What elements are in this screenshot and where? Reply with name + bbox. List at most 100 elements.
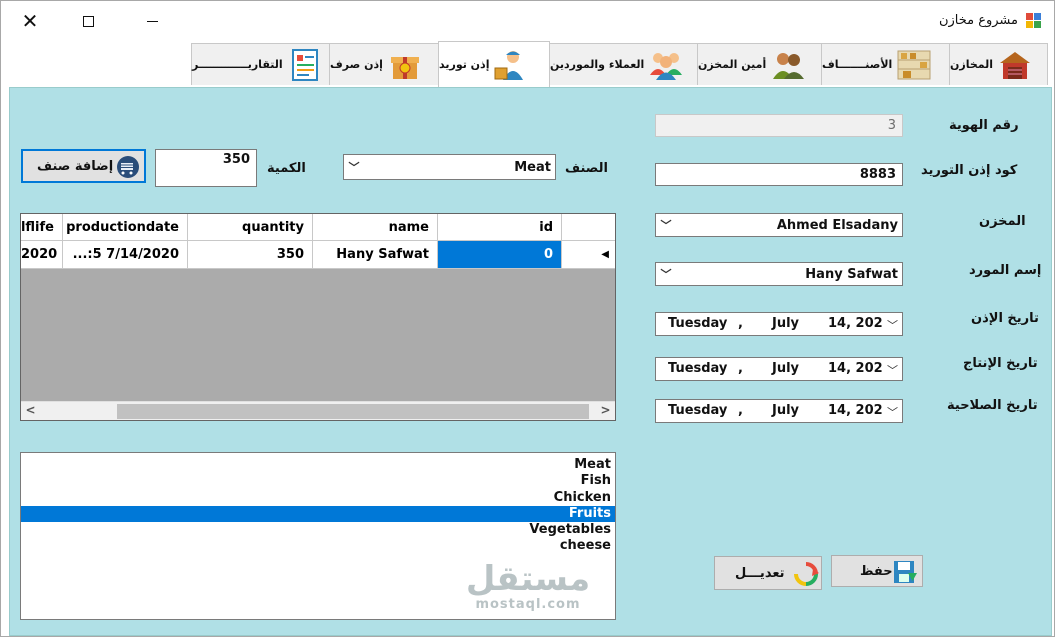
quantity-field[interactable]: 350 [155, 149, 257, 187]
add-item-label: إضافة صنف [37, 158, 114, 174]
refresh-icon [793, 561, 819, 591]
tab-label: إذن توريد [439, 58, 490, 71]
date-sep: , [738, 361, 743, 376]
chevron-down-icon: ﹀ [887, 364, 898, 377]
expiry-date-picker[interactable]: Tuesday , July 14, 202 ﹀ [655, 399, 903, 423]
chevron-down-icon: ﹀ [348, 161, 360, 174]
row-header[interactable]: ◀ [562, 241, 615, 269]
people-group-icon [648, 48, 684, 82]
chevron-down-icon: ﹀ [660, 268, 672, 281]
list-item[interactable]: Fish [21, 473, 615, 489]
save-label: حفظ [860, 563, 893, 579]
tab-label: أمين المخزن [698, 58, 767, 71]
items-grid[interactable]: id name quantity productiondate lflife ◀… [20, 213, 616, 421]
gift-box-icon [387, 48, 423, 82]
app-icon [1026, 13, 1042, 29]
list-item[interactable]: Meat [21, 457, 615, 473]
minimize-icon [146, 20, 158, 22]
scrollbar-thumb[interactable] [117, 404, 589, 419]
grid-cell-name[interactable]: Hany Safwat [313, 241, 438, 269]
warehouse-value: Ahmed Elsadany [776, 217, 898, 233]
tab-supply-permit[interactable]: إذن توريد [438, 41, 550, 87]
production-date-picker[interactable]: Tuesday , July 14, 202 ﹀ [655, 357, 903, 381]
add-item-button[interactable]: إضافة صنف [21, 149, 146, 183]
save-button[interactable]: حفظ [831, 555, 923, 587]
id-label: رقم الهوية [949, 118, 1019, 133]
app-window: ✕ مشروع مخازن المخازن الأصنـــــــاف أمي… [0, 0, 1055, 637]
grid-corner-header [562, 214, 615, 241]
list-item-selected[interactable]: Fruits [21, 505, 615, 523]
tab-label: التقاريـــــــــــــر [192, 58, 283, 71]
chevron-down-icon: ﹀ [887, 319, 898, 332]
supplier-label: إسم المورد [969, 263, 1042, 278]
grid-cell-quantity[interactable]: 350 [188, 241, 313, 269]
watermark-line2: mostaql.com [475, 597, 581, 612]
maximize-button[interactable] [65, 1, 111, 41]
date-month: July [772, 361, 800, 376]
window-title: مشروع مخازن [938, 13, 1018, 28]
grid-cell-lflife[interactable]: 2020 [21, 241, 63, 269]
chevron-down-icon: ﹀ [660, 219, 672, 232]
edit-button[interactable]: تعديـــل [714, 556, 822, 590]
id-field[interactable]: 3 [655, 114, 903, 137]
item-combo[interactable]: Meat ﹀ [343, 154, 556, 180]
permit-date-picker[interactable]: Tuesday , July 14, 202 ﹀ [655, 312, 903, 336]
cart-icon [115, 155, 141, 183]
supply-code-label: كود إذن التوريد [921, 163, 1018, 178]
chevron-down-icon: ﹀ [887, 406, 898, 419]
item-label: الصنف [565, 161, 608, 176]
tab-label: إذن صرف [330, 58, 383, 71]
warehouse-label: المخزن [979, 214, 1026, 229]
close-icon: ✕ [21, 9, 39, 33]
grid-horizontal-scrollbar[interactable]: < > [21, 401, 615, 420]
date-weekday: Tuesday [668, 361, 728, 376]
tab-items[interactable]: الأصنـــــــاف [821, 43, 950, 85]
storekeeper-icon [770, 48, 806, 82]
warehouse-combo[interactable]: Ahmed Elsadany ﹀ [655, 213, 903, 237]
tab-storekeeper[interactable]: أمين المخزن [697, 43, 822, 85]
delivery-worker-icon [493, 48, 529, 82]
permit-date-label: تاريخ الإذن [971, 311, 1039, 326]
date-weekday: Tuesday [668, 316, 728, 331]
grid-header-quantity[interactable]: quantity [188, 214, 313, 241]
title-bar: ✕ مشروع مخازن [1, 1, 1054, 41]
row-marker-icon: ◀ [601, 249, 609, 260]
grid-cell-id[interactable]: 0 [438, 241, 562, 269]
grid-header-productiondate[interactable]: productiondate [63, 214, 188, 241]
supply-code-field[interactable]: 8883 [655, 163, 903, 186]
tab-label: المخازن [950, 58, 994, 71]
tab-label: الأصنـــــــاف [822, 58, 893, 71]
date-dayyear: 14, 202 [828, 403, 883, 418]
grid-header-lflife[interactable]: lflife [21, 214, 63, 241]
grid-cell-productiondate[interactable]: ...:5 7/14/2020 [63, 241, 188, 269]
grid-header-name[interactable]: name [313, 214, 438, 241]
list-item[interactable]: Chicken [21, 490, 615, 506]
expiry-date-label: تاريخ الصلاحية [947, 398, 1038, 413]
date-month: July [772, 403, 800, 418]
supplier-value: Hany Safwat [805, 266, 898, 282]
date-dayyear: 14, 202 [828, 316, 883, 331]
list-item[interactable]: cheese [21, 538, 615, 554]
date-sep: , [738, 316, 743, 331]
close-button[interactable]: ✕ [7, 1, 53, 41]
supplier-combo[interactable]: Hany Safwat ﹀ [655, 262, 903, 286]
list-item[interactable]: Vegetables [21, 522, 615, 538]
quantity-label: الكمية [267, 161, 306, 176]
date-weekday: Tuesday [668, 403, 728, 418]
tab-warehouses[interactable]: المخازن [949, 43, 1048, 85]
watermark-line1: مستقل [465, 559, 591, 599]
date-month: July [772, 316, 800, 331]
watermark-logo: مستقل mostaql.com [463, 561, 593, 621]
scroll-right-icon[interactable]: > [596, 403, 615, 420]
date-sep: , [738, 403, 743, 418]
tab-customers-suppliers[interactable]: العملاء والموردين [549, 43, 698, 85]
tab-dispense-permit[interactable]: إذن صرف [329, 43, 439, 85]
save-icon [890, 559, 918, 589]
tab-reports[interactable]: التقاريـــــــــــــر [191, 43, 330, 85]
minimize-button[interactable] [129, 1, 175, 41]
shelves-icon [896, 48, 932, 82]
scroll-left-icon[interactable]: < [21, 403, 40, 420]
warehouse-icon [997, 48, 1033, 82]
report-icon [287, 48, 323, 82]
grid-header-id[interactable]: id [438, 214, 562, 241]
